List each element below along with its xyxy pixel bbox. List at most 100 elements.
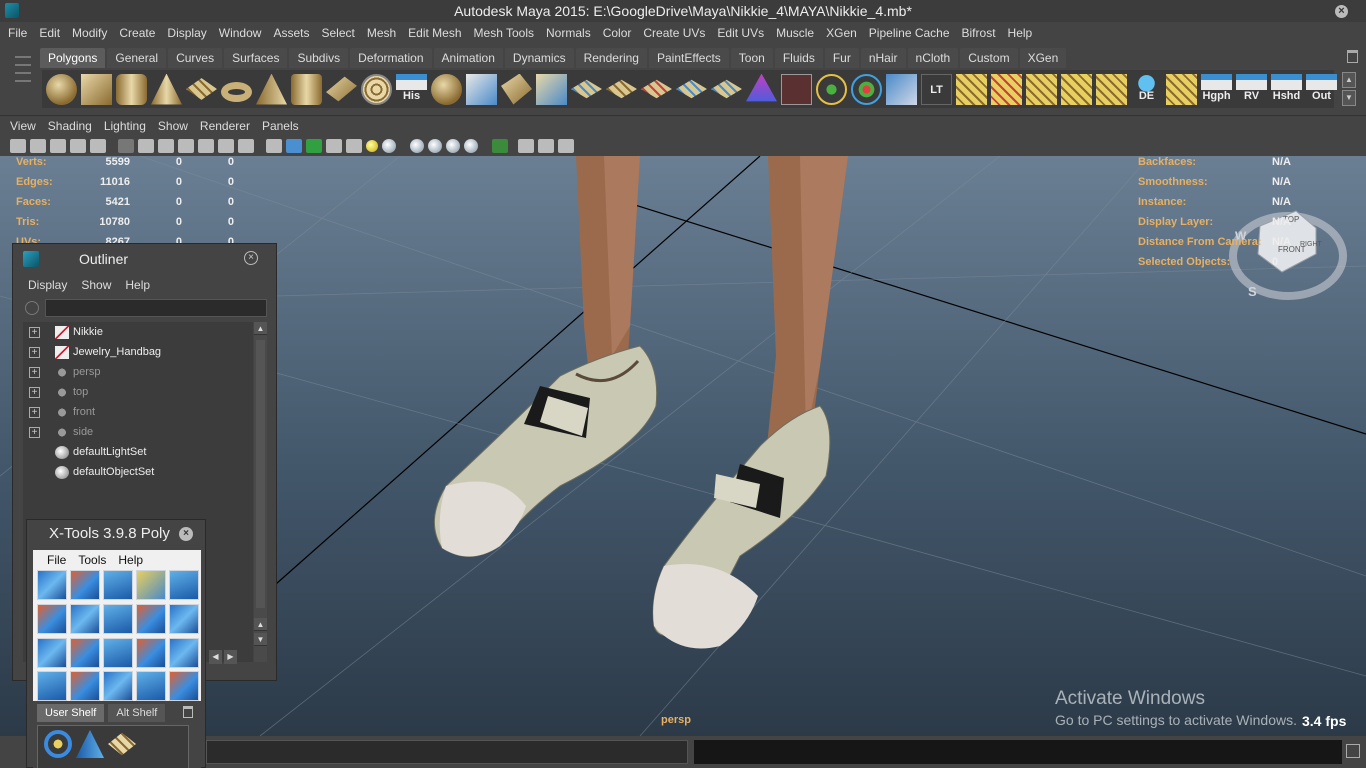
expand-icon[interactable]: +: [29, 407, 40, 418]
uv-snapshot-icon[interactable]: [1166, 73, 1197, 105]
shelf-tab-ncloth[interactable]: nCloth: [907, 48, 959, 68]
uv-map-icon[interactable]: [956, 73, 987, 105]
combine-icon[interactable]: [431, 73, 462, 105]
trash-icon[interactable]: [183, 706, 193, 718]
menu-window[interactable]: Window: [213, 26, 268, 40]
xtools-tool-icon[interactable]: [103, 671, 133, 702]
poly-sphere-icon[interactable]: [46, 73, 77, 105]
poly-pipe-icon[interactable]: [291, 73, 322, 105]
expand-icon[interactable]: +: [29, 347, 40, 358]
xtools-tool-icon[interactable]: [70, 671, 100, 702]
scroll-up-icon[interactable]: ▲: [254, 322, 267, 335]
menu-xgen[interactable]: XGen: [820, 26, 863, 40]
outliner-menu-help[interactable]: Help: [118, 278, 157, 292]
outliner-titlebar[interactable]: Outliner ×: [13, 244, 276, 274]
rotate-tool-icon[interactable]: [44, 730, 72, 758]
xtools-tool-icon[interactable]: [103, 603, 133, 634]
shelf-grip-handle[interactable]: [12, 50, 34, 112]
menu-create-uvs[interactable]: Create UVs: [637, 26, 711, 40]
default-light-icon[interactable]: [366, 140, 378, 152]
scroll-down-icon[interactable]: ▼: [254, 633, 267, 646]
motion-blur-icon[interactable]: [428, 139, 442, 153]
outliner-vertical-scrollbar[interactable]: ▲ ▲ ▼: [254, 322, 267, 662]
scroll-up-icon[interactable]: ▲: [254, 618, 267, 631]
field-chart-icon[interactable]: [198, 139, 214, 153]
viewport-menu-view[interactable]: View: [4, 119, 42, 133]
shelf-scroll-down-icon[interactable]: ▼: [1342, 90, 1356, 106]
poly-cube-icon[interactable]: [81, 73, 112, 105]
xtools-tool-icon[interactable]: [70, 603, 100, 634]
screen-space-ao-icon[interactable]: [410, 139, 424, 153]
shelf-tab-general[interactable]: General: [107, 48, 167, 68]
film-gate-icon[interactable]: [138, 139, 154, 153]
isolate-select-icon[interactable]: [492, 139, 508, 153]
menu-mesh[interactable]: Mesh: [361, 26, 402, 40]
expand-icon[interactable]: +: [29, 327, 40, 338]
lock-camera-icon[interactable]: [30, 139, 46, 153]
display-edges-icon[interactable]: DE: [1131, 73, 1162, 105]
xtools-tool-icon[interactable]: [37, 671, 67, 702]
xtools-tool-icon[interactable]: [70, 637, 100, 668]
uv-unfold-icon[interactable]: [1096, 73, 1127, 105]
resolution-gate-icon[interactable]: [158, 139, 174, 153]
shelf-tab-toon[interactable]: Toon: [730, 48, 773, 68]
menu-edit-uvs[interactable]: Edit UVs: [711, 26, 770, 40]
poly-torus-icon[interactable]: [221, 81, 252, 102]
scroll-left-icon[interactable]: ◀: [209, 650, 222, 664]
light-toggle-icon[interactable]: LT: [921, 73, 952, 105]
menu-edit-mesh[interactable]: Edit Mesh: [402, 26, 467, 40]
average-vertices-icon[interactable]: [606, 79, 637, 99]
wireframe-icon[interactable]: [266, 139, 282, 153]
xray-icon[interactable]: [518, 139, 534, 153]
interactive-split-icon[interactable]: [851, 73, 882, 105]
bridge-icon[interactable]: [711, 79, 742, 99]
wireframe-on-shaded-icon[interactable]: [306, 139, 322, 153]
shelf-tab-custom[interactable]: Custom: [960, 48, 1018, 68]
xtools-tool-icon[interactable]: [37, 570, 67, 600]
viewport-menu-renderer[interactable]: Renderer: [194, 119, 256, 133]
expand-icon[interactable]: +: [29, 427, 40, 438]
menu-help[interactable]: Help: [1002, 26, 1039, 40]
scroll-right-icon[interactable]: ▶: [224, 650, 237, 664]
xray-components-icon[interactable]: [558, 139, 574, 153]
close-icon[interactable]: ×: [179, 527, 193, 541]
depth-of-field-icon[interactable]: [464, 139, 478, 153]
hypergraph-icon[interactable]: Hgph: [1201, 73, 1232, 105]
hypershade-icon[interactable]: Hshd: [1271, 73, 1302, 105]
menu-create[interactable]: Create: [113, 26, 161, 40]
mirror-geometry-icon[interactable]: [641, 79, 672, 99]
render-view-icon[interactable]: RV: [1236, 73, 1267, 105]
outliner-item-default-object-set[interactable]: defaultObjectSet: [23, 462, 253, 482]
menu-select[interactable]: Select: [315, 26, 360, 40]
shelf-tab-polygons[interactable]: Polygons: [40, 48, 106, 68]
expand-icon[interactable]: +: [29, 367, 40, 378]
menu-modify[interactable]: Modify: [66, 26, 113, 40]
menu-mesh-tools[interactable]: Mesh Tools: [468, 26, 540, 40]
shadows-icon[interactable]: [382, 139, 396, 153]
xtools-tool-icon[interactable]: [136, 637, 166, 668]
menu-assets[interactable]: Assets: [267, 26, 315, 40]
xtools-tool-icon[interactable]: [103, 570, 133, 600]
poly-scene-icon[interactable]: [886, 73, 917, 105]
close-icon[interactable]: ×: [1335, 5, 1348, 18]
bookmarks-icon[interactable]: [70, 139, 86, 153]
viewport-menu-lighting[interactable]: Lighting: [98, 119, 152, 133]
plane-icon[interactable]: [108, 732, 136, 756]
shelf-scroll-up-icon[interactable]: ▲: [1342, 72, 1356, 88]
outliner-item-nikkie[interactable]: + Nikkie: [23, 322, 253, 342]
outliner-item-persp[interactable]: + persp: [23, 362, 253, 382]
shelf-tab-dynamics[interactable]: Dynamics: [504, 48, 574, 68]
shelf-tab-animation[interactable]: Animation: [433, 48, 503, 68]
safe-title-icon[interactable]: [238, 139, 254, 153]
shelf-tab-fur[interactable]: Fur: [824, 48, 859, 68]
poly-cylinder-icon[interactable]: [116, 73, 147, 105]
poly-plane-icon[interactable]: [186, 78, 217, 100]
xtools-menu-tools[interactable]: Tools: [72, 553, 112, 567]
xtools-tool-icon[interactable]: [169, 671, 199, 702]
outliner-filter-input[interactable]: [45, 299, 267, 317]
uv-layout-icon[interactable]: [1061, 73, 1092, 105]
select-camera-icon[interactable]: [10, 139, 26, 153]
filter-icon[interactable]: [25, 301, 39, 315]
outliner-item-side[interactable]: + side: [23, 422, 253, 442]
menu-bifrost[interactable]: Bifrost: [956, 26, 1002, 40]
